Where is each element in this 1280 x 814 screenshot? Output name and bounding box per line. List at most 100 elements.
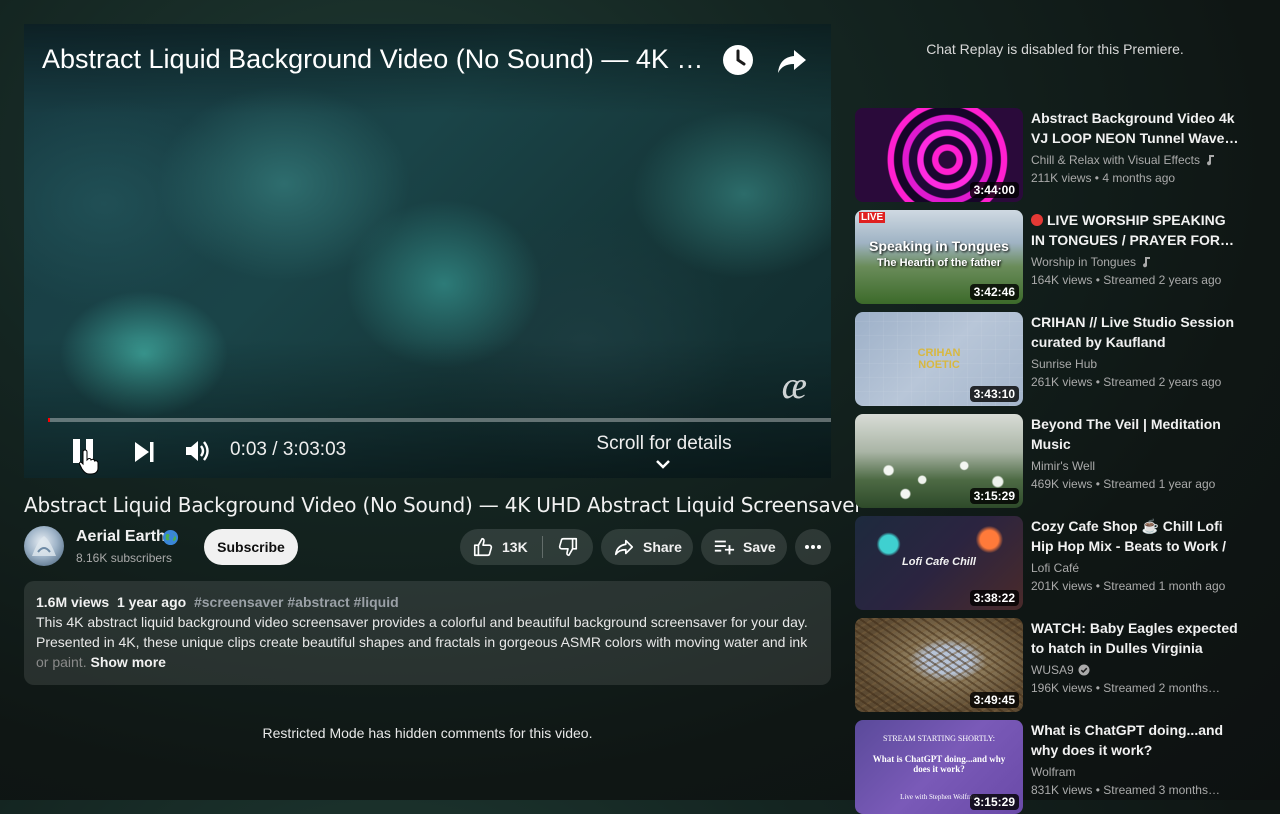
recommendation-title[interactable]: WATCH: Baby Eagles expected to hatch in … <box>1031 618 1241 658</box>
chevron-down-icon[interactable] <box>654 458 672 470</box>
recommendation-item[interactable]: Lofi Cafe Chill 3:38:22 Cozy Cafe Shop ☕… <box>855 516 1255 610</box>
recommendation-title[interactable]: CRIHAN // Live Studio Session curated by… <box>1031 312 1241 352</box>
recommendation-title[interactable]: Abstract Background Video 4k VJ LOOP NEO… <box>1031 108 1241 148</box>
recommendation-title[interactable]: Beyond The Veil | Meditation Music <box>1031 414 1241 454</box>
like-count: 13K <box>502 539 528 555</box>
recommendation-item[interactable]: LIVE Speaking in Tongues The Hearth of t… <box>855 210 1255 304</box>
recommendation-channel[interactable]: Wolfram <box>1031 765 1075 779</box>
video-duration: 3:42:46 <box>969 284 1019 300</box>
video-player[interactable]: Abstract Liquid Background Video (No Sou… <box>24 24 831 478</box>
more-horizontal-icon <box>805 545 821 549</box>
volume-button[interactable] <box>182 436 212 466</box>
share-button[interactable]: Share <box>601 529 693 565</box>
subscribe-button[interactable]: Subscribe <box>204 529 298 565</box>
thumbs-up-icon <box>473 537 493 557</box>
recommendation-thumbnail[interactable]: 3:49:45 <box>855 618 1023 712</box>
thumbs-down-icon <box>558 537 577 557</box>
recommendation-item[interactable]: CRIHAN NOETIC 3:43:10 CRIHAN // Live Stu… <box>855 312 1255 406</box>
recommendation-item[interactable]: 3:44:00 Abstract Background Video 4k VJ … <box>855 108 1255 202</box>
verified-icon <box>1078 664 1090 676</box>
recommendation-channel[interactable]: Mimir's Well <box>1031 459 1095 473</box>
view-count: 1.6M views <box>36 594 110 610</box>
recommendation-channel[interactable]: Chill & Relax with Visual Effects <box>1031 153 1216 167</box>
time-display: 0:03 / 3:03:03 <box>230 439 347 460</box>
recommendation-thumbnail[interactable]: LIVE Speaking in Tongues The Hearth of t… <box>855 210 1023 304</box>
music-note-icon <box>1142 257 1150 268</box>
progress-bar[interactable] <box>48 418 831 422</box>
player-overlay-title[interactable]: Abstract Liquid Background Video (No Sou… <box>42 44 712 75</box>
playlist-add-icon <box>714 540 735 555</box>
thumbnail-live-label: LIVE <box>859 212 886 223</box>
video-duration: 3:38:22 <box>969 590 1019 606</box>
recommendation-meta: 196K views • Streamed 2 months… <box>1031 681 1220 695</box>
recommendation-channel[interactable]: Worship in Tongues <box>1031 255 1152 269</box>
scroll-for-details[interactable]: Scroll for details <box>584 433 744 455</box>
subscriber-count: 8.16K subscribers <box>76 551 173 565</box>
channel-name-text: WUSA9 <box>1031 663 1074 677</box>
recommendation-item[interactable]: 3:49:45 WATCH: Baby Eagles expected to h… <box>855 618 1255 712</box>
recommendation-thumbnail[interactable]: Lofi Cafe Chill 3:38:22 <box>855 516 1023 610</box>
thumbnail-text: CRIHAN NOETIC <box>917 347 961 371</box>
recommendation-title[interactable]: What is ChatGPT doing...and why does it … <box>1031 720 1241 760</box>
share-arrow-icon <box>614 539 634 556</box>
recommendation-title-text: LIVE WORSHIP SPEAKING IN TONGUES / PRAYE… <box>1031 212 1235 248</box>
channel-name-text: Chill & Relax with Visual Effects <box>1031 153 1200 167</box>
share-label: Share <box>643 539 682 555</box>
video-duration: 3:49:45 <box>969 692 1019 708</box>
save-button[interactable]: Save <box>701 529 787 565</box>
recommendation-channel[interactable]: WUSA9 <box>1031 663 1090 677</box>
video-duration: 3:43:10 <box>969 386 1019 402</box>
description-text: This 4K abstract liquid background video… <box>36 612 819 672</box>
dislike-button[interactable] <box>543 529 593 565</box>
next-button[interactable] <box>130 438 158 466</box>
more-actions-button[interactable] <box>795 529 831 565</box>
recommendation-meta: 201K views • Streamed 1 month ago <box>1031 579 1226 593</box>
globe-icon <box>162 529 179 546</box>
video-title: Abstract Liquid Background Video (No Sou… <box>24 493 863 517</box>
video-duration: 3:15:29 <box>969 794 1019 810</box>
comments-restricted-notice: Restricted Mode has hidden comments for … <box>262 725 593 741</box>
recommendation-channel[interactable]: Sunrise Hub <box>1031 357 1097 371</box>
description-visible-text: This 4K abstract liquid background video… <box>36 614 808 650</box>
chat-replay-notice: Chat Replay is disabled for this Premier… <box>926 41 1184 57</box>
thumbnail-line-2: The Hearth of the father <box>876 257 1002 269</box>
recommendation-thumbnail[interactable]: CRIHAN NOETIC 3:43:10 <box>855 312 1023 406</box>
recommendation-item[interactable]: 3:15:29 Beyond The Veil | Meditation Mus… <box>855 414 1255 508</box>
share-icon[interactable] <box>774 42 810 78</box>
recommendation-channel[interactable]: Lofi Café <box>1031 561 1079 575</box>
description-meta: 1.6M views 1 year ago #screensaver #abst… <box>36 592 819 612</box>
progress-bar-fill <box>48 418 50 422</box>
avatar-image <box>32 536 56 556</box>
hashtags[interactable]: #screensaver #abstract #liquid <box>194 594 399 610</box>
watch-later-icon[interactable] <box>720 42 756 78</box>
save-label: Save <box>743 539 776 555</box>
recommendation-meta: 261K views • Streamed 2 years ago <box>1031 375 1222 389</box>
like-button[interactable]: 13K <box>460 529 542 565</box>
channel-name[interactable]: Aerial Earth <box>76 528 166 546</box>
thumbnail-line-1: Speaking in Tongues <box>869 238 1009 254</box>
mouse-cursor-icon <box>78 449 99 475</box>
upload-age: 1 year ago <box>116 594 187 610</box>
description-faded-text: or paint. <box>36 654 87 670</box>
recommendation-thumbnail[interactable]: 3:15:29 <box>855 414 1023 508</box>
channel-watermark: æ <box>781 365 807 407</box>
recommendation-meta: 164K views • Streamed 2 years ago <box>1031 273 1222 287</box>
description-box[interactable]: 1.6M views 1 year ago #screensaver #abst… <box>24 581 831 685</box>
channel-avatar[interactable] <box>24 526 64 566</box>
recommendation-title[interactable]: Cozy Cafe Shop ☕ Chill Lofi Hip Hop Mix … <box>1031 516 1241 556</box>
music-note-icon <box>1206 155 1214 166</box>
recommendation-meta: 211K views • 4 months ago <box>1031 171 1176 185</box>
recommendation-title[interactable]: LIVE WORSHIP SPEAKING IN TONGUES / PRAYE… <box>1031 210 1241 250</box>
show-more-link[interactable]: Show more <box>90 654 165 670</box>
video-duration: 3:15:29 <box>969 488 1019 504</box>
video-duration: 3:44:00 <box>969 182 1019 198</box>
recommendation-meta: 469K views • Streamed 1 year ago <box>1031 477 1216 491</box>
like-dislike-group: 13K <box>460 529 593 565</box>
live-dot-icon <box>1031 214 1043 226</box>
recommendation-meta: 831K views • Streamed 3 months… <box>1031 783 1220 797</box>
channel-name-text: Worship in Tongues <box>1031 255 1136 269</box>
thumbnail-text: Lofi Cafe Chill <box>902 556 976 568</box>
thumbnail-line-1: STREAM STARTING SHORTLY: <box>883 734 995 743</box>
recommendation-thumbnail[interactable]: 3:44:00 <box>855 108 1023 202</box>
thumbnail-line-2: What is ChatGPT doing...and why does it … <box>872 754 1006 774</box>
